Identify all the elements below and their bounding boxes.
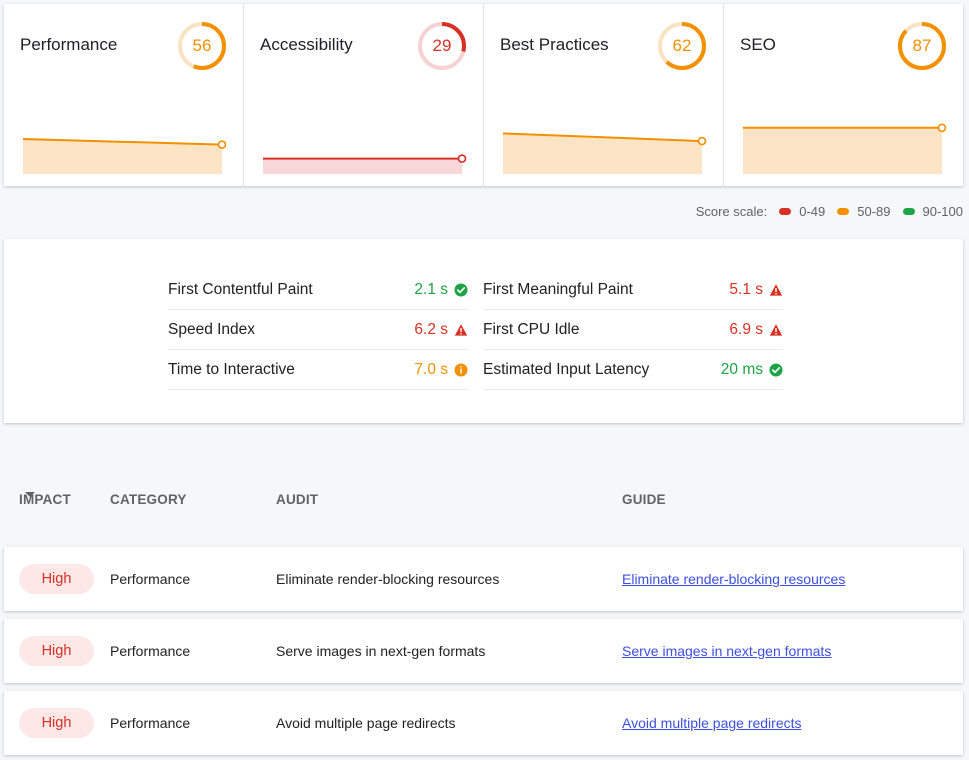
trend-area — [743, 127, 942, 174]
legend-item-average: 50-89 — [837, 204, 891, 219]
metric-label: Time to Interactive — [168, 360, 295, 378]
score-scale-legend: Score scale: 0-49 50-89 90-100 — [696, 204, 963, 219]
pass-icon — [454, 283, 468, 296]
row-audit: Eliminate render-blocking resources — [276, 571, 500, 587]
legend-item-pass: 90-100 — [902, 204, 963, 219]
score-card-best-practices[interactable]: Best Practices 62 — [484, 4, 724, 186]
fail-icon — [769, 323, 783, 336]
score-trend-chart — [502, 132, 707, 174]
table-row: High Performance Serve images in next-ge… — [4, 619, 963, 683]
legend-label: Score scale: — [695, 204, 768, 219]
row-category: Performance — [110, 571, 191, 587]
trend-endpoint — [697, 136, 707, 146]
metric-row: Speed Index 6.2 s — [168, 310, 468, 350]
metric-value: 2.1 s — [414, 280, 448, 298]
legend-item-label: 50-89 — [857, 204, 891, 219]
average-icon — [454, 363, 468, 376]
card-title: Performance — [20, 35, 118, 54]
row-category: Performance — [110, 643, 191, 659]
metric-label: First Contentful Paint — [168, 280, 313, 298]
trend-endpoint — [217, 140, 227, 149]
metric-row: First Contentful Paint 2.1 s — [168, 270, 468, 310]
legend-item-label: 0-49 — [799, 204, 826, 219]
metric-value: 5.1 s — [729, 280, 763, 298]
guide-column-header: GUIDE — [622, 492, 666, 507]
score-value: 62 — [672, 36, 692, 55]
trend-endpoint — [937, 123, 947, 133]
score-trend-chart — [263, 154, 467, 174]
metrics-column-right: First Meaningful Paint 5.1 s First CPU I… — [483, 270, 783, 390]
metric-row: First Meaningful Paint 5.1 s — [483, 270, 783, 310]
pass-icon — [769, 363, 783, 376]
score-value: 29 — [432, 36, 452, 55]
score-card-performance[interactable]: Performance 56 — [4, 4, 244, 186]
score-card-accessibility[interactable]: Accessibility 29 — [244, 4, 484, 186]
metric-label: First Meaningful Paint — [483, 280, 633, 298]
table-row: High Performance Eliminate render-blocki… — [4, 547, 963, 611]
card-title: Accessibility — [260, 35, 353, 54]
score-trend-chart — [743, 123, 947, 174]
metric-row: Time to Interactive 7.0 s — [168, 350, 468, 390]
trend-endpoint — [457, 154, 467, 163]
metrics-column-left: First Contentful Paint 2.1 s Speed Index… — [168, 270, 468, 390]
row-audit: Serve images in next-gen formats — [276, 643, 486, 659]
impact-badge: High — [19, 708, 94, 738]
guide-link[interactable]: Avoid multiple page redirects — [622, 715, 802, 731]
legend-swatch — [902, 208, 915, 215]
audit-column-header: AUDIT — [276, 492, 319, 507]
legend-item-fail: 0-49 — [779, 204, 825, 219]
table-row: High Performance Avoid multiple page red… — [4, 691, 963, 755]
metric-label: Speed Index — [168, 320, 256, 338]
metric-label: First CPU Idle — [483, 320, 580, 338]
audit-table-header: IMPACT CATEGORY AUDIT GUIDE — [0, 492, 969, 510]
impact-badge: High — [19, 636, 94, 666]
impact-badge: High — [19, 564, 94, 594]
score-cards: Performance 56 Accessibility 29 Best Pra… — [4, 4, 963, 186]
row-audit: Avoid multiple page redirects — [276, 715, 456, 731]
card-title: Best Practices — [500, 35, 609, 54]
legend-item-label: 90-100 — [922, 204, 963, 219]
card-title: SEO — [740, 35, 776, 54]
category-column-header: CATEGORY — [110, 492, 187, 507]
metric-label: Estimated Input Latency — [483, 360, 650, 378]
trend-area — [263, 158, 462, 174]
legend-swatch — [837, 208, 850, 215]
score-card-seo[interactable]: SEO 87 — [724, 4, 963, 186]
guide-link[interactable]: Serve images in next-gen formats — [622, 643, 831, 659]
metric-value: 6.2 s — [414, 320, 448, 338]
metric-value: 7.0 s — [414, 360, 448, 378]
legend-swatch — [779, 208, 792, 215]
metric-row: First CPU Idle 6.9 s — [483, 310, 783, 350]
row-category: Performance — [110, 715, 191, 731]
score-trend-chart — [22, 138, 227, 174]
metric-row: Estimated Input Latency 20 ms — [483, 350, 783, 390]
score-value: 87 — [912, 36, 932, 55]
metric-value: 6.9 s — [729, 320, 763, 338]
sort-caret-icon — [25, 492, 35, 497]
metric-value: 20 ms — [720, 360, 763, 378]
guide-link[interactable]: Eliminate render-blocking resources — [622, 571, 845, 587]
fail-icon — [769, 283, 783, 296]
metrics-panel: First Contentful Paint 2.1 s Speed Index… — [4, 239, 963, 423]
score-value: 56 — [192, 36, 212, 55]
fail-icon — [454, 323, 468, 336]
